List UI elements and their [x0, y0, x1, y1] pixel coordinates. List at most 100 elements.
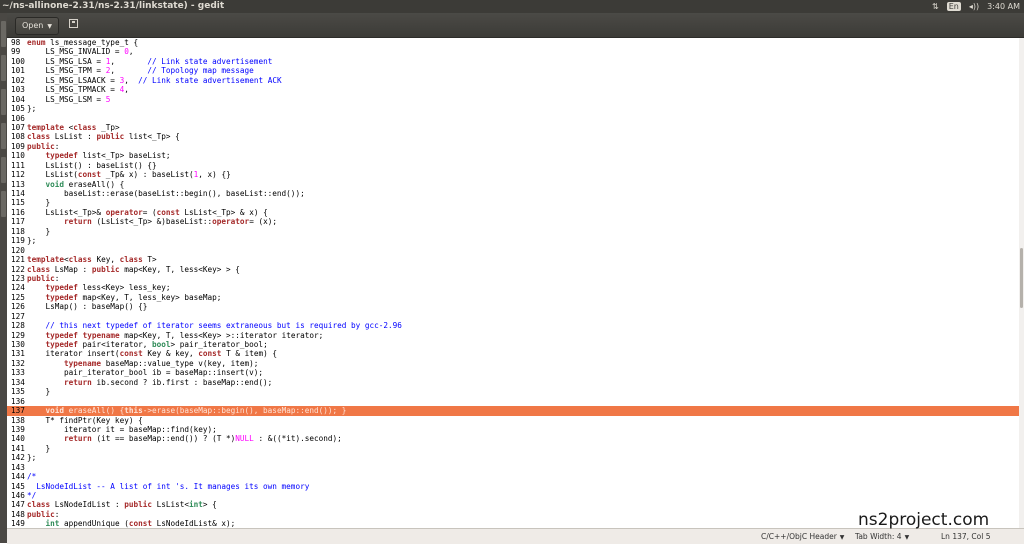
- launcher-item[interactable]: [1, 123, 6, 149]
- launcher-sidebar: [0, 13, 7, 543]
- code-line[interactable]: 112 LsList(const _Tp& x) : baseList(1, x…: [7, 170, 1024, 179]
- code-line[interactable]: 134 return ib.second ? ib.first : baseMa…: [7, 378, 1024, 387]
- code-line[interactable]: 121 template<class Key, class T>: [7, 255, 1024, 264]
- code-line[interactable]: 113 void eraseAll() {: [7, 180, 1024, 189]
- save-icon[interactable]: [69, 19, 78, 28]
- code-line[interactable]: 135 }: [7, 387, 1024, 396]
- code-line[interactable]: 140 return (it == baseMap::end()) ? (T *…: [7, 434, 1024, 443]
- line-number: 118: [11, 226, 25, 236]
- code-line[interactable]: 127: [7, 312, 1024, 321]
- code-text: }: [27, 226, 51, 236]
- code-line[interactable]: 131 iterator insert(const Key & key, con…: [7, 349, 1024, 358]
- code-line[interactable]: 117 return (LsList<_Tp> &)baseList::oper…: [7, 217, 1024, 226]
- code-line[interactable]: 118 }: [7, 227, 1024, 236]
- code-line[interactable]: 105};: [7, 104, 1024, 113]
- line-number: 103: [11, 85, 25, 95]
- code-line[interactable]: 123 public:: [7, 274, 1024, 283]
- code-text: // this next typedef of iterator seems e…: [45, 321, 402, 331]
- code-line[interactable]: 101 LS_MSG_TPM = 2, // Topology map mess…: [7, 66, 1024, 75]
- code-text: public:: [27, 509, 60, 519]
- code-line[interactable]: 125 typedef map<Key, T, less_key> baseMa…: [7, 293, 1024, 302]
- code-line[interactable]: 144/*: [7, 472, 1024, 481]
- code-line[interactable]: 120: [7, 246, 1024, 255]
- code-text: baseList::erase(baseList::begin(), baseL…: [27, 189, 305, 198]
- scrollbar[interactable]: [1019, 38, 1024, 528]
- line-number: 142: [11, 453, 25, 463]
- code-line[interactable]: 147 class LsNodeIdList : public LsList<in…: [7, 500, 1024, 509]
- code-line[interactable]: 124 typedef less<Key> less_key;: [7, 283, 1024, 292]
- code-line[interactable]: 141 }: [7, 444, 1024, 453]
- launcher-item[interactable]: [1, 89, 6, 115]
- line-number: 108: [11, 132, 25, 142]
- line-number: 147: [11, 500, 25, 510]
- line-number: 138: [11, 415, 25, 425]
- line-number: 123: [11, 273, 25, 283]
- line-number: 145: [11, 481, 25, 491]
- open-button[interactable]: Open ▼: [15, 17, 59, 35]
- line-number: 140: [11, 434, 25, 444]
- code-line[interactable]: 119};: [7, 236, 1024, 245]
- code-line[interactable]: 104 LS_MSG_LSM = 5: [7, 95, 1024, 104]
- code-line[interactable]: 139 iterator it = baseMap::find(key);: [7, 425, 1024, 434]
- code-text: typedef map<Key, T, less_key> baseMap;: [45, 292, 222, 302]
- launcher-item[interactable]: [1, 191, 6, 217]
- code-line[interactable]: 98 enum ls_message_type_t {: [7, 38, 1024, 47]
- code-line[interactable]: 100 LS_MSG_LSA = 1, // Link state advert…: [7, 57, 1024, 66]
- code-text: */: [27, 491, 37, 500]
- line-number: 136: [11, 396, 25, 406]
- code-text: template <class _Tp>: [27, 122, 120, 132]
- volume-icon[interactable]: ◂)): [969, 0, 979, 13]
- line-number: 107: [11, 122, 25, 132]
- line-number: 121: [11, 255, 25, 265]
- code-line[interactable]: 122 class LsMap : public map<Key, T, less…: [7, 265, 1024, 274]
- line-number: 141: [11, 443, 25, 453]
- code-editor[interactable]: 98 enum ls_message_type_t {99 LS_MSG_INVA…: [7, 38, 1024, 528]
- code-line[interactable]: 145 LsNodeIdList -- A list of int 's. It…: [7, 482, 1024, 491]
- code-text: typedef list<_Tp> baseList;: [45, 151, 171, 161]
- code-line[interactable]: 130 typedef pair<iterator, bool> pair_it…: [7, 340, 1024, 349]
- code-text: typedef typename map<Key, T, less<Key> >…: [45, 330, 324, 340]
- line-number: 115: [11, 198, 25, 208]
- code-line[interactable]: 114 baseList::erase(baseList::begin(), b…: [7, 189, 1024, 198]
- window-title: ~/ns-allinone-2.31/ns-2.31/linkstate) - …: [2, 1, 225, 11]
- sort-arrows-icon[interactable]: ⇅: [932, 0, 939, 13]
- code-line[interactable]: 107 template <class _Tp>: [7, 123, 1024, 132]
- code-line[interactable]: 143: [7, 463, 1024, 472]
- code-text: /*: [27, 472, 37, 482]
- code-line[interactable]: 109 public:: [7, 142, 1024, 151]
- code-line[interactable]: 142};: [7, 453, 1024, 462]
- code-text: class LsNodeIdList : public LsList<int> …: [27, 500, 217, 510]
- line-number: 111: [11, 160, 25, 170]
- code-line[interactable]: 99 LS_MSG_INVALID = 0,: [7, 47, 1024, 56]
- code-line[interactable]: 102 LS_MSG_LSAACK = 3, // Link state adv…: [7, 76, 1024, 85]
- code-line[interactable]: 103 LS_MSG_TPMACK = 4,: [7, 85, 1024, 94]
- launcher-item[interactable]: [1, 157, 6, 183]
- clock[interactable]: 3:40 AM: [987, 0, 1020, 13]
- keyboard-layout-indicator[interactable]: En: [946, 2, 961, 11]
- code-line[interactable]: 136: [7, 397, 1024, 406]
- code-line[interactable]: 138 T* findPtr(Key key) {: [7, 416, 1024, 425]
- launcher-item[interactable]: [1, 21, 6, 47]
- code-line[interactable]: 115 }: [7, 198, 1024, 207]
- code-text: class LsMap : public map<Key, T, less<Ke…: [27, 264, 240, 274]
- code-line[interactable]: 110 typedef list<_Tp> baseList;: [7, 151, 1024, 160]
- code-line[interactable]: 116 LsList<_Tp>& operator= (const LsList…: [7, 208, 1024, 217]
- code-text: return (LsList<_Tp> &)baseList::operator…: [64, 217, 277, 227]
- line-number: 149: [11, 519, 25, 528]
- code-line[interactable]: 129 typedef typename map<Key, T, less<Ke…: [7, 331, 1024, 340]
- code-text: LsList<_Tp>& operator= (const LsList<_Tp…: [27, 207, 268, 217]
- code-line[interactable]: 111 LsList() : baseList() {}: [7, 161, 1024, 170]
- code-line[interactable]: 126 LsMap() : baseMap() {}: [7, 302, 1024, 311]
- launcher-item[interactable]: [1, 55, 6, 81]
- code-line[interactable]: 133 pair_iterator_bool ib = baseMap::ins…: [7, 368, 1024, 377]
- current-code-line[interactable]: 137 void eraseAll() {this->erase(baseMap…: [7, 406, 1024, 416]
- code-line[interactable]: 132 typename baseMap::value_type v(key, …: [7, 359, 1024, 368]
- line-number: 120: [11, 245, 25, 255]
- code-text: void eraseAll() {this->erase(baseMap::be…: [45, 406, 347, 416]
- code-line[interactable]: 108 class LsList : public list<_Tp> {: [7, 132, 1024, 141]
- code-line[interactable]: 146 */: [7, 491, 1024, 500]
- code-line[interactable]: 106: [7, 114, 1024, 123]
- code-text: LS_MSG_TPMACK = 4,: [27, 85, 129, 95]
- scrollbar-thumb[interactable]: [1020, 248, 1023, 308]
- code-line[interactable]: 128 // this next typedef of iterator see…: [7, 321, 1024, 330]
